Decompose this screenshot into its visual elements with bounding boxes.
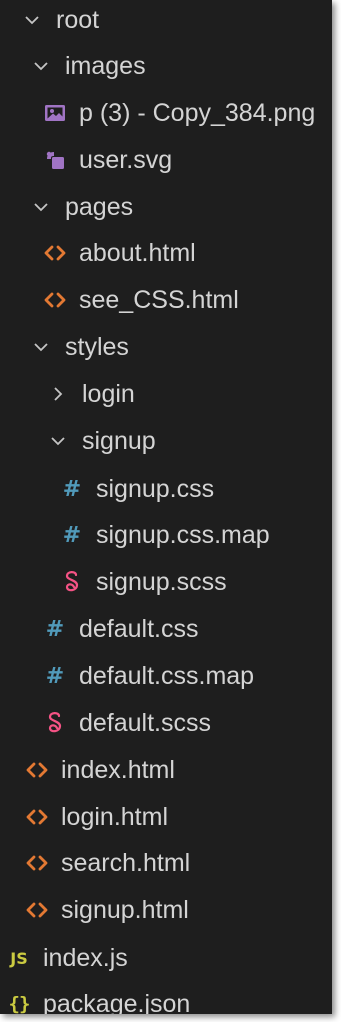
file-default-scss[interactable]: default.scss	[0, 700, 332, 746]
file-signup-html[interactable]: signup.html	[0, 887, 332, 933]
file-login-html[interactable]: login.html	[0, 794, 332, 840]
svg-file-icon	[42, 137, 68, 183]
folder-root[interactable]: root	[0, 0, 332, 43]
css-glyph: #	[45, 663, 65, 689]
sass-file-icon	[42, 700, 68, 746]
chevron-right-icon[interactable]	[45, 371, 71, 417]
chevron-down-icon[interactable]	[28, 184, 54, 230]
tree-item-label: search.html	[61, 849, 191, 877]
tree-item-label: signup.scss	[96, 568, 227, 596]
file-index-html[interactable]: index.html	[0, 747, 332, 793]
tree-item-label: signup	[82, 427, 156, 455]
css-file-icon: #	[42, 653, 68, 699]
chevron-down-icon[interactable]	[45, 418, 71, 464]
html-file-icon	[42, 277, 68, 323]
folder-pages[interactable]: pages	[0, 184, 332, 230]
tree-item-label: signup.html	[61, 896, 189, 924]
html-file-icon	[24, 747, 50, 793]
html-file-icon	[42, 230, 68, 276]
tree-item-label: user.svg	[79, 146, 173, 174]
css-file-icon: #	[42, 606, 68, 652]
folder-images[interactable]: images	[0, 43, 332, 89]
file-png[interactable]: p (3) - Copy_384.png	[0, 90, 332, 136]
folder-signup[interactable]: signup	[0, 418, 332, 464]
html-file-icon	[24, 794, 50, 840]
tree-item-label: package.json	[43, 990, 191, 1014]
file-package-json[interactable]: {} package.json	[0, 981, 332, 1014]
file-svg[interactable]: user.svg	[0, 137, 332, 183]
tree-item-label: index.html	[61, 756, 175, 784]
file-explorer-tree: root images p (3) - Copy_384.png user.sv…	[0, 0, 332, 1014]
file-default-css[interactable]: # default.css	[0, 606, 332, 652]
file-index-js[interactable]: JS index.js	[0, 935, 332, 981]
html-file-icon	[24, 887, 50, 933]
image-file-icon	[42, 90, 68, 136]
css-glyph: #	[62, 476, 82, 502]
css-file-icon: #	[59, 466, 85, 512]
tree-item-label: login.html	[61, 803, 168, 831]
tree-item-label: login	[82, 380, 135, 408]
json-file-icon: {}	[6, 981, 32, 1014]
tree-item-label: about.html	[79, 239, 196, 267]
tree-item-label: images	[65, 52, 146, 80]
tree-item-label: signup.css.map	[96, 521, 270, 549]
sass-file-icon	[59, 559, 85, 605]
tree-item-label: root	[56, 6, 100, 34]
file-signup-css[interactable]: # signup.css	[0, 466, 332, 512]
file-signup-scss[interactable]: signup.scss	[0, 559, 332, 605]
tree-item-label: default.css	[79, 615, 199, 643]
folder-login[interactable]: login	[0, 371, 332, 417]
html-file-icon	[24, 840, 50, 886]
chevron-down-icon[interactable]	[28, 43, 54, 89]
tree-item-label: signup.css	[96, 475, 215, 503]
file-search-html[interactable]: search.html	[0, 840, 332, 886]
css-glyph: #	[62, 522, 82, 548]
file-signup-css-map[interactable]: # signup.css.map	[0, 512, 332, 558]
tree-item-label: default.scss	[79, 709, 212, 737]
file-about-html[interactable]: about.html	[0, 230, 332, 276]
tree-item-label: pages	[65, 193, 134, 221]
file-default-css-map[interactable]: # default.css.map	[0, 653, 332, 699]
tree-item-label: see_CSS.html	[79, 286, 239, 314]
js-glyph: JS	[10, 948, 28, 968]
chevron-down-icon[interactable]	[19, 0, 45, 43]
tree-item-label: styles	[65, 333, 129, 361]
tree-item-label: p (3) - Copy_384.png	[79, 99, 316, 127]
folder-styles[interactable]: styles	[0, 324, 332, 370]
tree-item-label: index.js	[43, 944, 128, 972]
css-file-icon: #	[59, 512, 85, 558]
tree-item-label: default.css.map	[79, 662, 255, 690]
json-glyph: {}	[8, 993, 31, 1014]
js-file-icon: JS	[6, 935, 32, 981]
file-see-css-html[interactable]: see_CSS.html	[0, 277, 332, 323]
chevron-down-icon[interactable]	[28, 324, 54, 370]
css-glyph: #	[45, 616, 65, 642]
